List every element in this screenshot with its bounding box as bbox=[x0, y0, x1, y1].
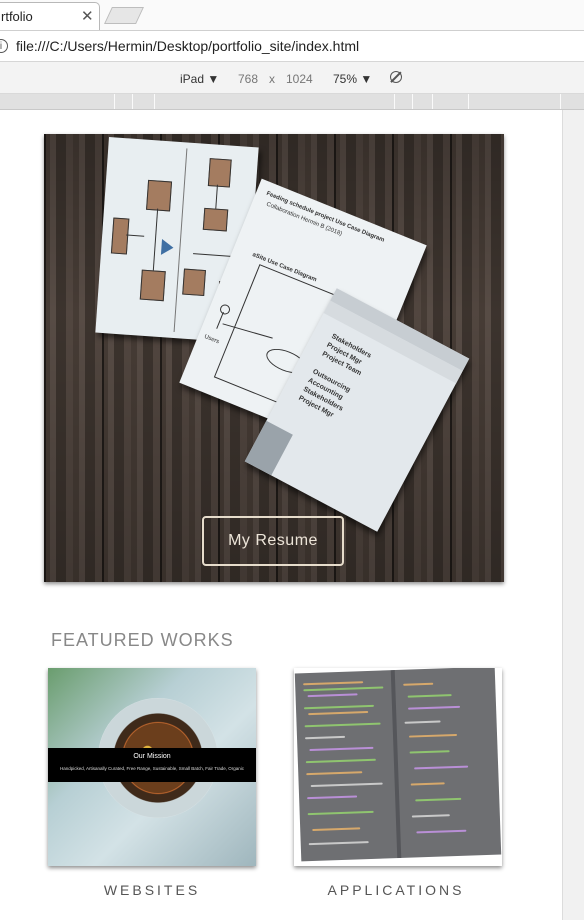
url-field[interactable]: file:///C:/Users/Hermin/Desktop/portfoli… bbox=[16, 38, 359, 54]
active-tab[interactable]: rtfolio ✕ bbox=[0, 2, 100, 30]
tab-strip: rtfolio ✕ bbox=[0, 0, 584, 31]
device-toolbar: iPad ▼ 768 x 1024 75% ▼ bbox=[0, 62, 584, 94]
media-query-ruler bbox=[0, 94, 584, 110]
gantt-task-list: Stakeholders Project Mgr Project Team Ou… bbox=[297, 332, 373, 419]
page-viewport: Feeding schedule project Use Case Diagra… bbox=[0, 110, 562, 920]
zoom-select[interactable]: 75% ▼ bbox=[333, 72, 372, 86]
viewport-height[interactable]: 1024 bbox=[286, 72, 313, 86]
info-icon[interactable]: i bbox=[0, 39, 8, 53]
close-icon[interactable]: ✕ bbox=[81, 7, 94, 25]
hero-banner: Feeding schedule project Use Case Diagra… bbox=[44, 134, 504, 582]
dimension-separator: x bbox=[269, 72, 275, 86]
rotate-icon[interactable] bbox=[390, 71, 402, 83]
mission-subtitle: Handpicked, Artisanally Curated, Free Ra… bbox=[59, 766, 245, 771]
code-screenshot bbox=[294, 668, 502, 862]
websites-card[interactable]: Our Mission Handpicked, Artisanally Cura… bbox=[48, 668, 256, 866]
websites-label[interactable]: WEBSITES bbox=[48, 882, 256, 898]
new-tab-button[interactable] bbox=[104, 7, 144, 24]
device-select[interactable]: iPad ▼ bbox=[180, 72, 219, 86]
applications-card[interactable] bbox=[294, 668, 502, 866]
mission-title: Our Mission bbox=[133, 753, 171, 760]
mission-banner: Our Mission Handpicked, Artisanally Cura… bbox=[48, 748, 256, 782]
address-bar: i file:///C:/Users/Hermin/Desktop/portfo… bbox=[0, 31, 584, 62]
scroll-gutter bbox=[562, 110, 584, 920]
doc-actor: Users bbox=[203, 333, 220, 346]
featured-works-heading: FEATURED WORKS bbox=[51, 630, 234, 650]
viewport-width[interactable]: 768 bbox=[238, 72, 258, 86]
tab-title: rtfolio bbox=[1, 9, 33, 24]
applications-label[interactable]: APPLICATIONS bbox=[292, 882, 500, 898]
my-resume-button[interactable]: My Resume bbox=[202, 516, 344, 566]
